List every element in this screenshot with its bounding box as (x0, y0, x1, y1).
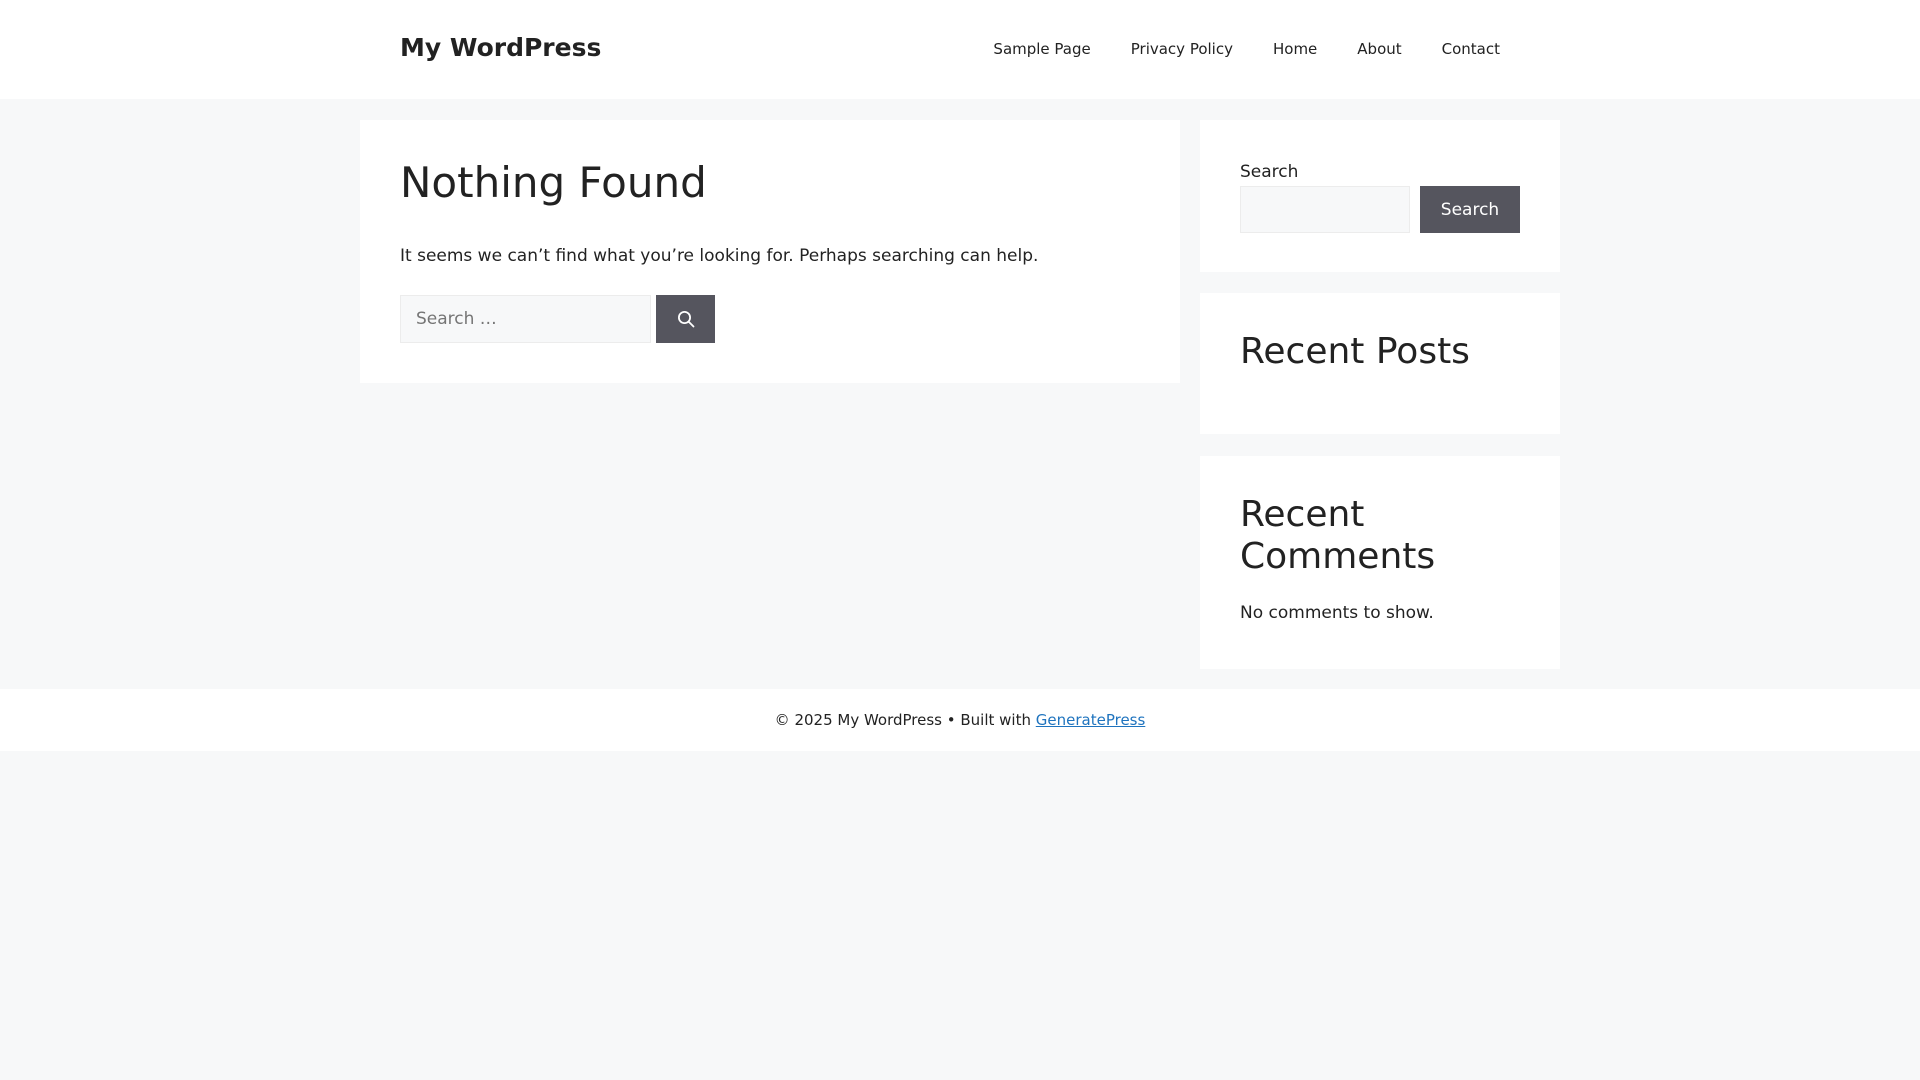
nav-item-contact[interactable]: Contact (1422, 0, 1520, 99)
recent-comments-title: Recent Comments (1240, 494, 1436, 577)
search-submit-button[interactable] (656, 295, 715, 343)
no-comments-text: No comments to show. (1240, 603, 1434, 623)
site-title[interactable]: My WordPress (400, 33, 601, 63)
recent-comments-widget: Recent Comments No comments to show. (1200, 456, 1560, 669)
page-title: Nothing Found (400, 158, 707, 207)
nav-item-home[interactable]: Home (1253, 0, 1337, 99)
nav-item-privacy-policy[interactable]: Privacy Policy (1111, 0, 1253, 99)
main-content: Nothing Found It seems we can’t find wha… (360, 120, 1180, 383)
search-widget-label: Search (1240, 162, 1299, 182)
site-header: My WordPress Sample Page Privacy Policy … (0, 0, 1920, 99)
not-found-message: It seems we can’t find what you’re looki… (400, 246, 1039, 266)
search-icon (677, 310, 695, 328)
nav-item-about[interactable]: About (1337, 0, 1421, 99)
search-input[interactable] (400, 295, 651, 343)
recent-posts-title: Recent Posts (1240, 331, 1470, 372)
footer-generatepress-link[interactable]: GeneratePress (1036, 711, 1146, 729)
footer-copyright: © 2025 My WordPress • Built with (774, 711, 1036, 729)
search-widget: Search Search (1200, 120, 1560, 272)
nav-item-sample-page[interactable]: Sample Page (973, 0, 1110, 99)
main-navigation: Sample Page Privacy Policy Home About Co… (973, 0, 1520, 99)
sidebar-search-button[interactable]: Search (1420, 186, 1520, 233)
recent-posts-widget: Recent Posts (1200, 293, 1560, 434)
sidebar-search-input[interactable] (1240, 186, 1410, 233)
site-footer: © 2025 My WordPress • Built with Generat… (0, 689, 1920, 751)
